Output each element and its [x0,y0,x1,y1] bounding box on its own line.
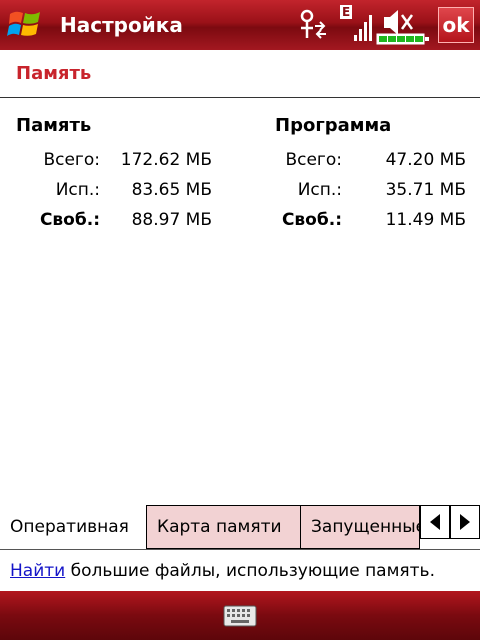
program-used-value: 35.71 МБ [385,180,466,200]
keyboard-icon[interactable] [223,605,257,627]
memory-used-value: 83.65 МБ [131,180,212,200]
memory-free-value: 88.97 МБ [131,210,212,230]
program-free-label: Своб.: [281,210,342,230]
bottom-bar [0,591,480,640]
arrow-right-icon [460,514,470,530]
tab-ram[interactable]: Оперативная [0,505,147,549]
tab-running[interactable]: Запущенные [301,505,420,549]
memory-free-label: Своб.: [39,210,100,230]
battery-icon [376,33,429,45]
program-total-value: 47.20 МБ [385,150,466,170]
window-title: Настройка [60,13,183,37]
tab-scroll-right-button[interactable] [450,505,480,539]
hint-text: Найти большие файлы, использующие память… [10,561,435,581]
memory-used-label: Исп.: [55,180,100,200]
divider [0,549,480,550]
program-column-header: Программа [275,115,392,136]
start-button[interactable] [0,0,50,50]
find-link[interactable]: Найти [10,561,65,581]
memory-total-label: Всего: [43,150,100,170]
tab-strip: Оперативная Карта памяти Запущенные [0,505,480,549]
connectivity-icon[interactable] [296,8,330,42]
memory-total-value: 172.62 МБ [120,150,212,170]
page-header: Память [0,50,480,98]
ok-button[interactable]: ok [438,7,474,43]
volume-battery-icon[interactable] [376,5,432,45]
program-total-label: Всего: [285,150,342,170]
tab-scroll-left-button[interactable] [420,505,450,539]
hint-description: большие файлы, использующие память. [65,561,435,581]
arrow-left-icon [430,514,440,530]
title-bar: Настройка E ok [0,0,480,50]
program-used-label: Исп.: [297,180,342,200]
program-free-value: 11.49 МБ [385,210,466,230]
signal-strength-icon[interactable]: E [338,5,372,45]
windows-logo-icon [7,11,40,36]
page-title: Память [16,63,92,84]
tab-memory-card[interactable]: Карта памяти [147,505,301,549]
memory-column-header: Память [16,115,92,136]
